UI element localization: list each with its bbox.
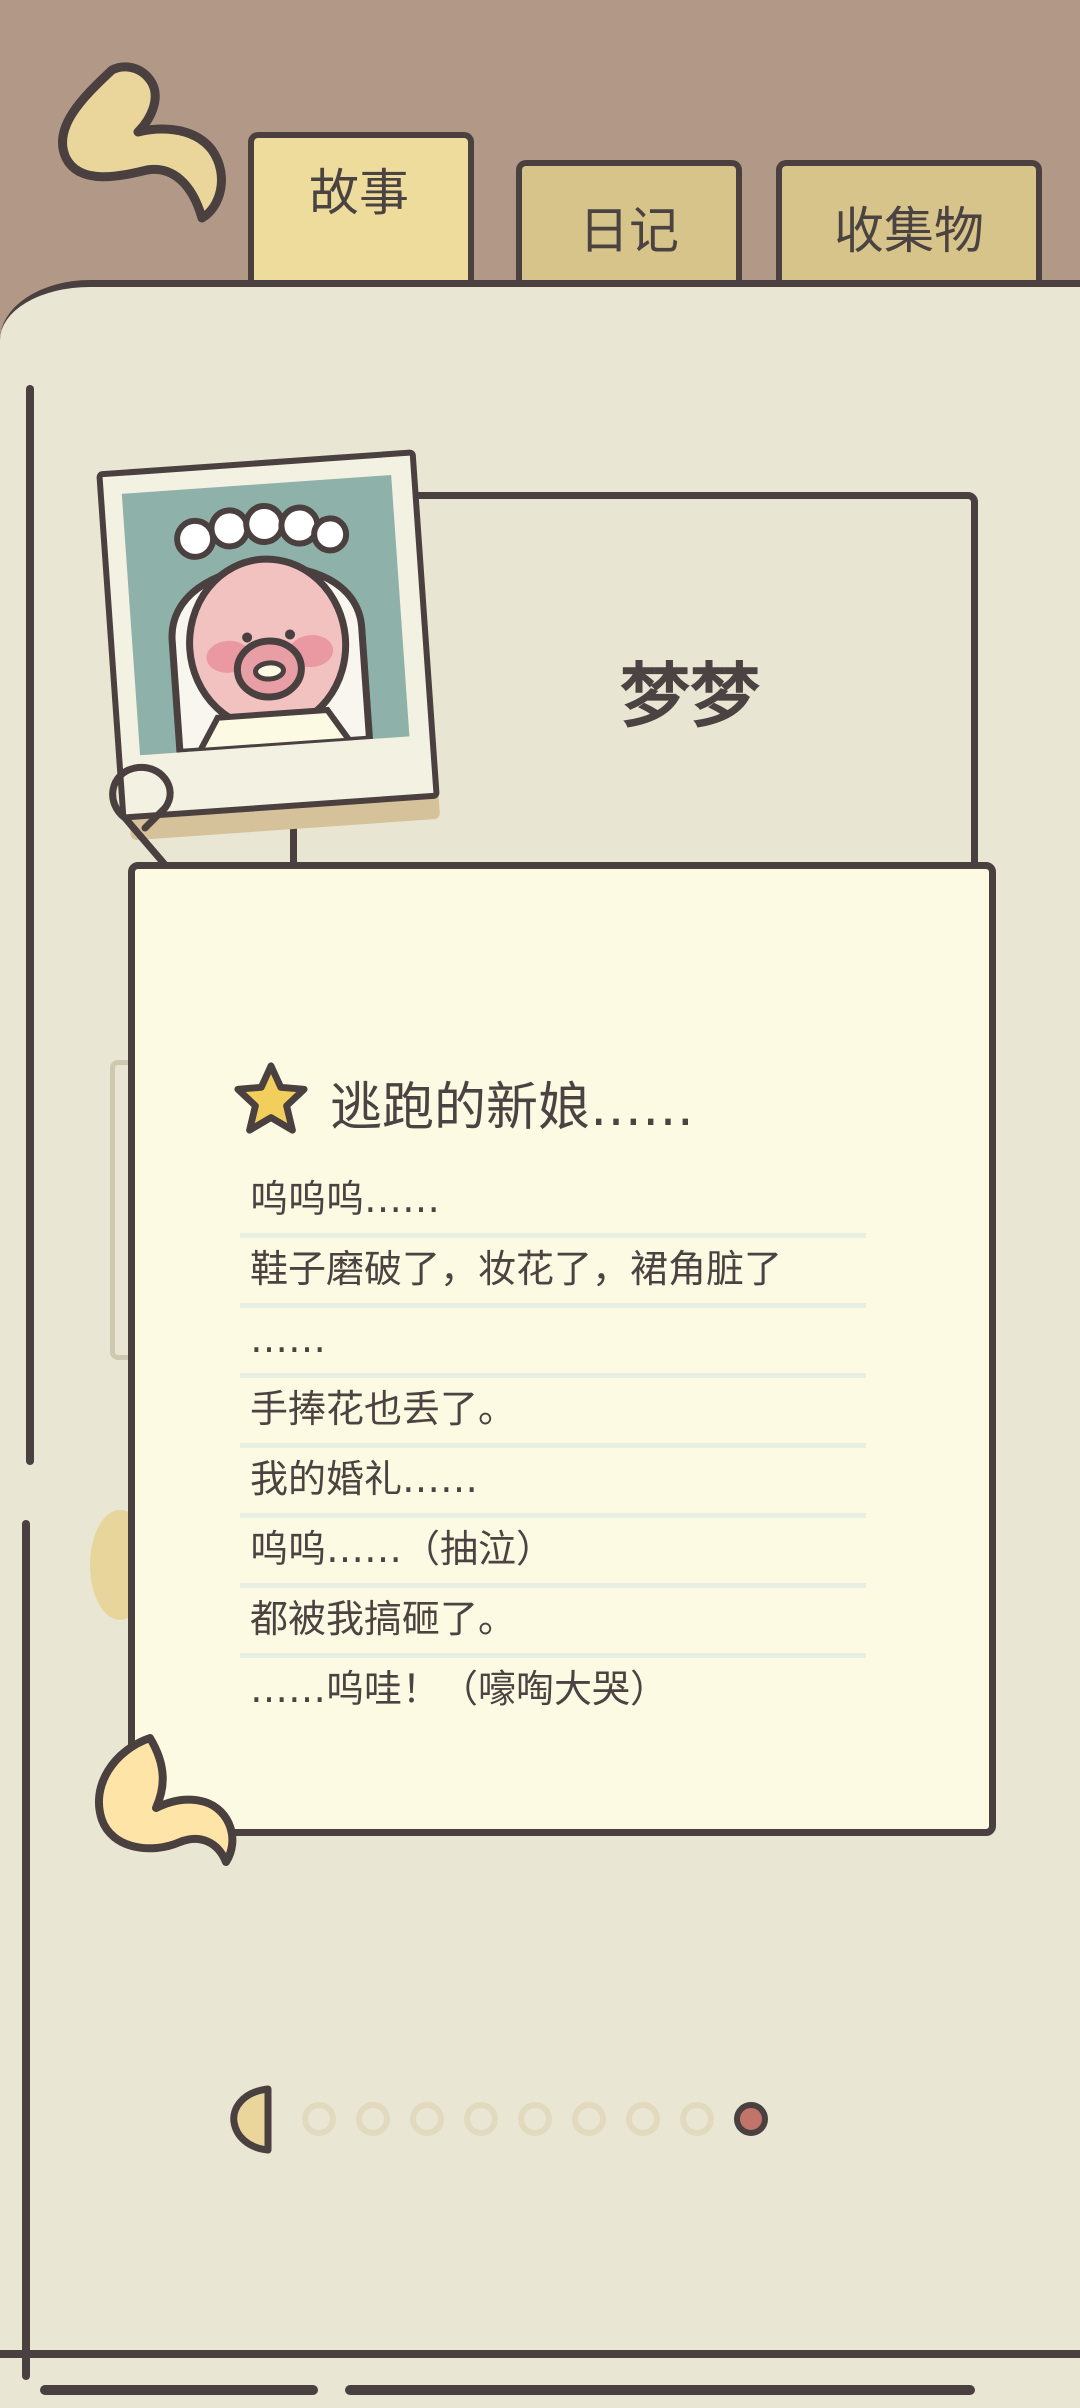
book-bottom-edge-right: [345, 2385, 975, 2395]
page-dot[interactable]: [356, 2102, 390, 2136]
page-dot[interactable]: [464, 2102, 498, 2136]
character-portrait: [121, 475, 410, 756]
story-line: ……呜哇！（嚎啕大哭）: [250, 1667, 669, 1711]
tab-collectibles[interactable]: 收集物: [776, 160, 1042, 282]
prev-page-icon[interactable]: [230, 2084, 274, 2154]
story-line: 呜呜呜……: [240, 1168, 866, 1238]
page-dot[interactable]: [734, 2102, 768, 2136]
tab-diary[interactable]: 日记: [516, 160, 742, 282]
story-line: 我的婚礼……: [240, 1448, 866, 1518]
game-screen: 故事 日记 收集物 梦梦 逃跑的新娘…… 呜呜呜…… 鞋子磨破了，妆花了，裙角脏…: [0, 0, 1080, 2408]
bride-character-icon: [168, 502, 374, 756]
story-line: 呜呜……（抽泣）: [240, 1518, 866, 1588]
story-text-lines: 呜呜呜…… 鞋子磨破了，妆花了，裙角脏了 …… 手捧花也丢了。 我的婚礼…… 呜…: [240, 1168, 866, 1728]
book-spine-line-lower: [22, 1520, 30, 2380]
page-dot[interactable]: [626, 2102, 660, 2136]
page-dot[interactable]: [410, 2102, 444, 2136]
story-line: ……: [240, 1308, 866, 1378]
book-bottom-edge-left: [40, 2385, 318, 2395]
corner-curl-icon: [94, 1734, 237, 1866]
tab-story[interactable]: 故事: [248, 132, 474, 282]
page-dot[interactable]: [518, 2102, 552, 2136]
character-name: 梦梦: [620, 655, 760, 737]
page-indicator: [230, 2080, 790, 2160]
tab-story-label: 故事: [309, 164, 409, 222]
page-dot[interactable]: [680, 2102, 714, 2136]
back-arrow-icon[interactable]: [52, 58, 242, 233]
book-bottom-edge: [0, 2350, 1080, 2358]
book-spine-line: [26, 385, 34, 1465]
page-dot[interactable]: [572, 2102, 606, 2136]
story-line: 都被我搞砸了。: [240, 1588, 866, 1658]
story-line: 手捧花也丢了。: [240, 1378, 866, 1448]
story-title: 逃跑的新娘……: [330, 1078, 695, 1138]
story-line: 鞋子磨破了，妆花了，裙角脏了: [240, 1238, 866, 1308]
page-dot[interactable]: [302, 2102, 336, 2136]
star-icon: [234, 1062, 308, 1134]
